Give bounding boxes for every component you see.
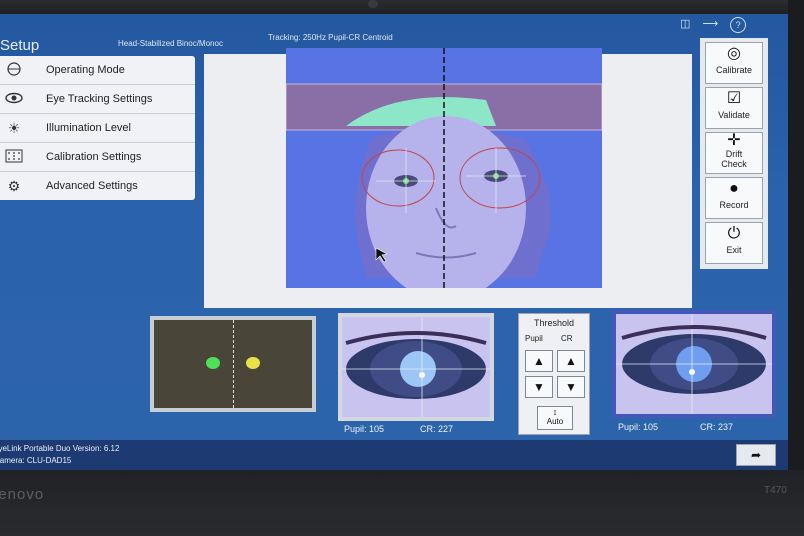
button-label: Validate (718, 110, 750, 120)
calibrate-button[interactable]: ◎ Calibrate (705, 42, 763, 84)
button-label: Record (719, 200, 749, 210)
left-cr-value: CR: 227 (420, 424, 454, 434)
right-cr-value: CR: 237 (700, 422, 734, 432)
gear-icon: ⚙ (7, 177, 21, 194)
menu-item-eye-tracking[interactable]: Eye Tracking Settings (0, 85, 195, 114)
cr-up-button[interactable]: ▲ (557, 350, 585, 372)
pupil-threshold-label: Pupil (525, 334, 543, 343)
exit-button[interactable]: ⏻ Exit (705, 222, 763, 264)
action-button-column: ◎ Calibrate ☑ Validate ✛ Drift Check ● R… (700, 38, 768, 269)
triangle-up-icon: ▲ (533, 354, 545, 368)
settings-menu: Operating Mode Eye Tracking Settings ☀ I… (0, 56, 195, 200)
left-pupil-value: Pupil: 105 (344, 424, 385, 434)
menu-item-operating-mode[interactable]: Operating Mode (0, 56, 195, 85)
triangle-down-icon: ▼ (565, 380, 577, 394)
sun-icon: ☀ (7, 119, 21, 136)
menu-label: Advanced Settings (46, 180, 138, 192)
version-text: eyeLink Portable Duo Version: 6.12 (0, 444, 120, 453)
menu-label: Eye Tracking Settings (46, 93, 153, 105)
model-label: T470 (764, 485, 787, 496)
triangle-down-icon: ▼ (533, 380, 545, 394)
checkbox-icon: ☑ (726, 90, 742, 107)
button-label: Drift Check (721, 149, 747, 169)
cr-threshold-label: CR (561, 334, 573, 343)
menu-label: Calibration Settings (46, 151, 142, 163)
webcam (368, 0, 378, 8)
menu-item-advanced[interactable]: ⚙ Advanced Settings (0, 172, 195, 200)
right-eye-camera-frame (612, 310, 776, 418)
operating-mode-icon (0, 61, 28, 79)
status-bar: eyeLink Portable Duo Version: 6.12 Camer… (0, 440, 788, 470)
eye-icon (0, 91, 28, 107)
page-title: Setup (0, 37, 40, 54)
left-eye-camera-frame (338, 313, 494, 421)
threshold-title: Threshold (533, 318, 575, 328)
drift-check-button[interactable]: ✛ Drift Check (705, 132, 763, 174)
menu-label: Operating Mode (46, 64, 125, 76)
record-dot-icon: ● (729, 180, 739, 197)
pupil-up-button[interactable]: ▲ (525, 350, 553, 372)
button-label: Calibrate (715, 65, 753, 75)
validate-button[interactable]: ☑ Validate (705, 87, 763, 129)
cr-down-button[interactable]: ▼ (557, 376, 585, 398)
triangle-up-icon: ▲ (565, 354, 577, 368)
laptop-bezel-right (788, 0, 804, 536)
right-eye-marker (246, 357, 260, 369)
camera-export-icon: ➦ (750, 448, 762, 462)
top-right-icons: ◫ ⟶ ? (680, 17, 747, 33)
right-eye-camera[interactable] (616, 314, 772, 414)
auto-label: Auto (546, 417, 564, 426)
auto-adjust-icon: ↕ (552, 407, 558, 417)
laptop-bezel-top (0, 0, 804, 14)
usb-icon[interactable]: ⟶ (702, 17, 718, 33)
calibration-grid-icon (0, 149, 28, 166)
global-view (154, 320, 312, 408)
global-view-frame (150, 316, 316, 412)
camera-text: Camera: CLU-DAD15 (0, 456, 72, 465)
mode-label: Head-Stabilized Binoc/Monoc (118, 39, 223, 48)
threshold-panel: Threshold Pupil CR ▲ ▲ ▼ ▼ ↕ Auto (518, 313, 590, 435)
tracking-label: Tracking: 250Hz Pupil-CR Centroid (268, 33, 393, 42)
laptop-bezel-bottom: lenovo T470 (0, 470, 804, 536)
right-pupil-value: Pupil: 105 (618, 422, 659, 432)
view-divider (233, 320, 234, 408)
auto-threshold-button[interactable]: ↕ Auto (537, 406, 573, 430)
left-eye-marker (206, 357, 220, 369)
left-eye-camera[interactable] (342, 317, 490, 417)
brand-logo: lenovo (0, 486, 45, 503)
button-label: Exit (726, 245, 742, 255)
power-icon: ⏻ (727, 225, 741, 242)
menu-label: Illumination Level (46, 122, 131, 134)
head-camera-image[interactable] (286, 48, 602, 288)
screen: Setup Head-Stabilized Binoc/Monoc Tracki… (0, 14, 788, 470)
crosshair-icon: ✛ (727, 132, 741, 149)
record-button[interactable]: ● Record (705, 177, 763, 219)
menu-item-calibration[interactable]: Calibration Settings (0, 143, 195, 172)
target-icon: ◎ (727, 45, 741, 62)
menu-item-illumination[interactable]: ☀ Illumination Level (0, 114, 195, 143)
screenshot-button[interactable]: ➦ (736, 444, 776, 466)
pupil-down-button[interactable]: ▼ (525, 376, 553, 398)
network-icon[interactable]: ◫ (680, 17, 690, 33)
help-icon[interactable]: ? (730, 17, 747, 33)
